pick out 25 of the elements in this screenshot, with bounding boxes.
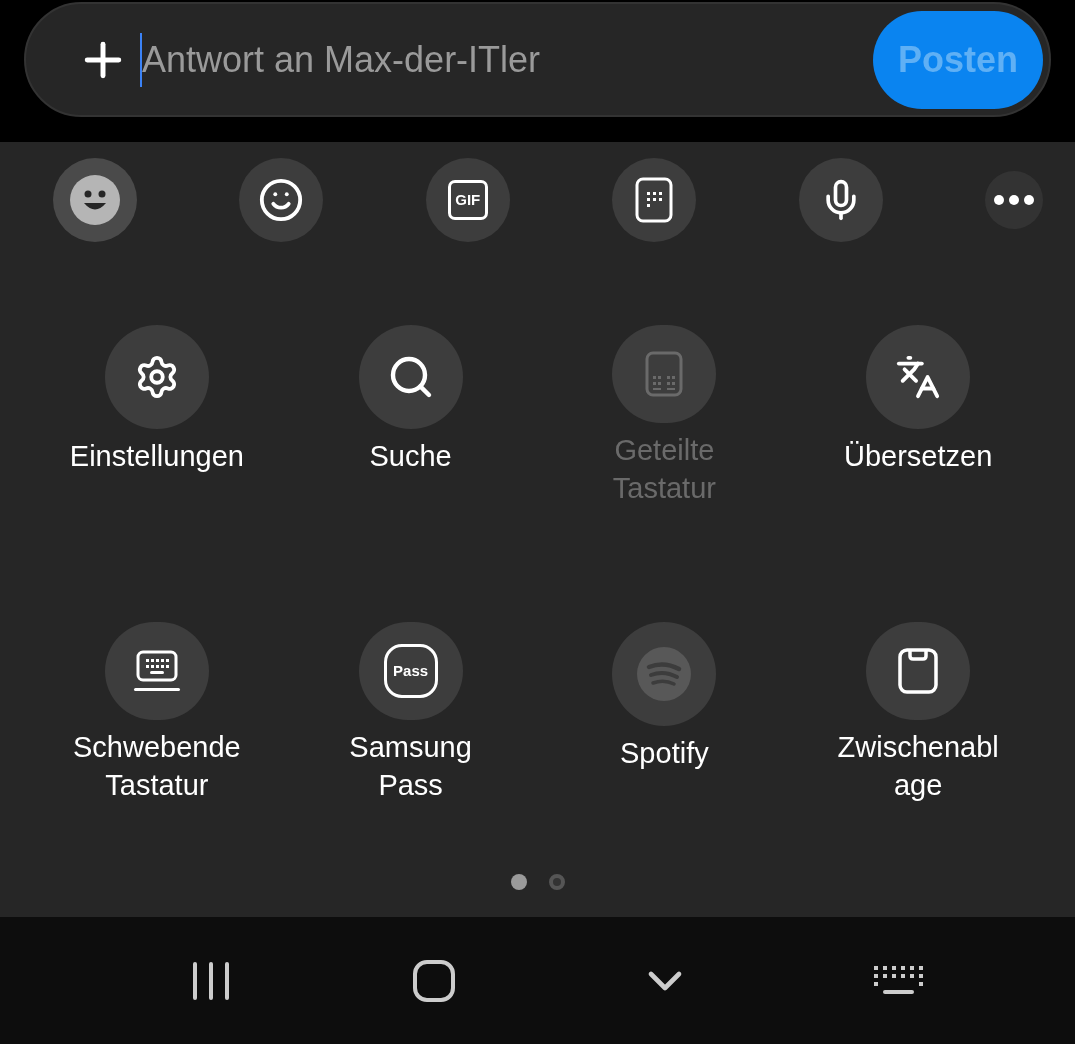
tablet-icon: [645, 351, 684, 397]
tool-label: Geteilte Tastatur: [612, 433, 716, 506]
tool-label: Suche: [369, 439, 452, 474]
translate-icon: [895, 354, 942, 400]
tool-label: Schwebende Tastatur: [73, 730, 241, 803]
smiley-icon: [69, 174, 121, 226]
pass-icon: Pass: [383, 644, 438, 698]
tool-label: Zwischenabl age: [837, 730, 999, 803]
more-icon: [993, 195, 1034, 205]
tool-label: Einstellungen: [69, 439, 244, 474]
tool-label: Spotify: [620, 736, 709, 771]
keypad-icon: [635, 177, 674, 223]
recent-apps-icon[interactable]: [190, 959, 231, 1002]
tool-button[interactable]: Pass: [358, 622, 463, 720]
keyboard-icon: [132, 649, 181, 693]
toolbar-button[interactable]: GIF: [425, 158, 510, 242]
tool-label: Übersetzen: [843, 439, 993, 474]
spotify-icon: [637, 647, 692, 701]
home-icon[interactable]: [411, 958, 456, 1003]
keyboard-icon[interactable]: [874, 965, 925, 996]
tool-label: Samsung Pass: [349, 730, 472, 803]
clipboard-icon: [898, 648, 939, 694]
smiley-icon: [258, 177, 305, 223]
reply-input[interactable]: Antwort an Max-der-ITler: [140, 32, 873, 87]
gif-icon: GIF: [447, 180, 488, 220]
